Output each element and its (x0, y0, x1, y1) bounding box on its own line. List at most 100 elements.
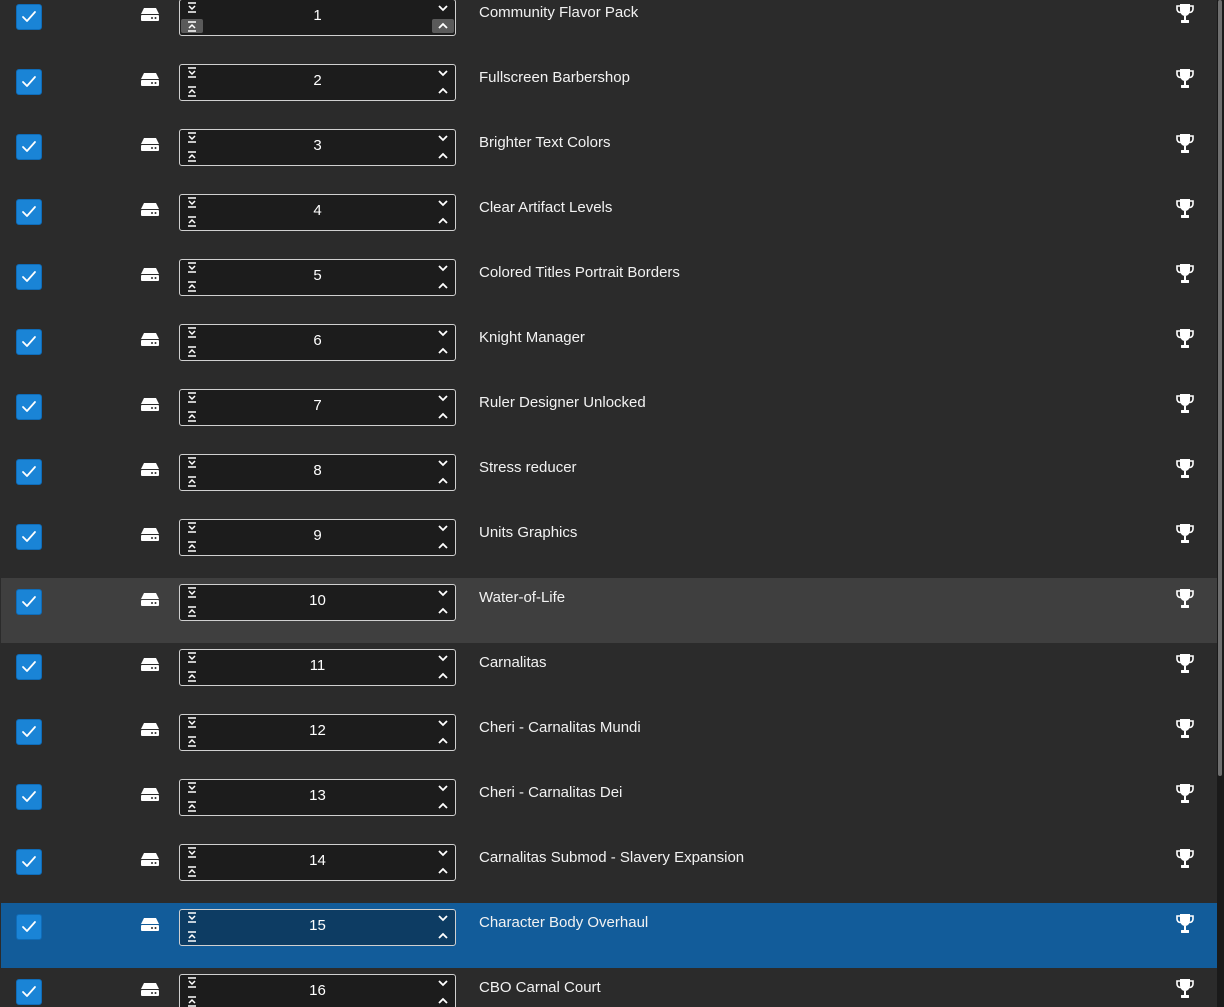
move-down-button[interactable] (432, 716, 454, 730)
load-order-stepper[interactable]: 2 (179, 64, 456, 101)
move-to-top-button[interactable] (181, 669, 203, 683)
load-order-stepper[interactable]: 14 (179, 844, 456, 881)
load-order-stepper[interactable]: 15 (179, 909, 456, 946)
move-up-button[interactable] (432, 669, 454, 683)
mod-row-11[interactable]: 11 Carnalitas (1, 643, 1217, 708)
move-up-button[interactable] (432, 474, 454, 488)
move-to-bottom-button[interactable] (181, 781, 203, 795)
move-to-top-button[interactable] (181, 149, 203, 163)
move-to-bottom-button[interactable] (181, 391, 203, 405)
load-order-value[interactable]: 4 (208, 202, 427, 220)
move-to-bottom-button[interactable] (181, 326, 203, 340)
move-to-top-button[interactable] (181, 734, 203, 748)
mod-enabled-checkbox[interactable] (16, 849, 42, 875)
mod-enabled-checkbox[interactable] (16, 199, 42, 225)
load-order-stepper[interactable]: 5 (179, 259, 456, 296)
load-order-value[interactable]: 7 (208, 397, 427, 415)
load-order-value[interactable]: 2 (208, 72, 427, 90)
move-down-button[interactable] (432, 846, 454, 860)
move-to-top-button[interactable] (181, 19, 203, 33)
load-order-stepper[interactable]: 1 (179, 0, 456, 36)
mod-enabled-checkbox[interactable] (16, 329, 42, 355)
move-down-button[interactable] (432, 66, 454, 80)
load-order-value[interactable]: 9 (208, 527, 427, 545)
mod-enabled-checkbox[interactable] (16, 394, 42, 420)
load-order-value[interactable]: 15 (208, 917, 427, 935)
mod-row-3[interactable]: 3 Brighter Text Colors (1, 123, 1217, 188)
move-up-button[interactable] (432, 344, 454, 358)
mod-enabled-checkbox[interactable] (16, 69, 42, 95)
load-order-stepper[interactable]: 13 (179, 779, 456, 816)
move-to-bottom-button[interactable] (181, 651, 203, 665)
move-down-button[interactable] (432, 651, 454, 665)
move-to-bottom-button[interactable] (181, 1, 203, 15)
move-up-button[interactable] (432, 19, 454, 33)
move-down-button[interactable] (432, 1, 454, 15)
move-to-top-button[interactable] (181, 799, 203, 813)
mod-row-2[interactable]: 2 Fullscreen Barbershop (1, 58, 1217, 123)
move-down-button[interactable] (432, 911, 454, 925)
load-order-value[interactable]: 3 (208, 137, 427, 155)
load-order-value[interactable]: 11 (208, 657, 427, 675)
move-to-top-button[interactable] (181, 409, 203, 423)
move-to-bottom-button[interactable] (181, 846, 203, 860)
mod-enabled-checkbox[interactable] (16, 719, 42, 745)
move-to-bottom-button[interactable] (181, 586, 203, 600)
load-order-stepper[interactable]: 6 (179, 324, 456, 361)
move-up-button[interactable] (432, 734, 454, 748)
mod-row-8[interactable]: 8 Stress reducer (1, 448, 1217, 513)
move-down-button[interactable] (432, 521, 454, 535)
move-to-top-button[interactable] (181, 864, 203, 878)
load-order-value[interactable]: 6 (208, 332, 427, 350)
mod-row-12[interactable]: 12 Cheri - Carnalitas Mundi (1, 708, 1217, 773)
mod-row-14[interactable]: 14 Carnalitas Submod - Slavery Expansion (1, 838, 1217, 903)
move-to-bottom-button[interactable] (181, 456, 203, 470)
move-down-button[interactable] (432, 586, 454, 600)
move-down-button[interactable] (432, 456, 454, 470)
move-up-button[interactable] (432, 149, 454, 163)
move-down-button[interactable] (432, 781, 454, 795)
load-order-value[interactable]: 1 (208, 7, 427, 25)
mod-row-7[interactable]: 7 Ruler Designer Unlocked (1, 383, 1217, 448)
mod-enabled-checkbox[interactable] (16, 459, 42, 485)
load-order-stepper[interactable]: 8 (179, 454, 456, 491)
load-order-value[interactable]: 10 (208, 592, 427, 610)
load-order-stepper[interactable]: 9 (179, 519, 456, 556)
load-order-stepper[interactable]: 3 (179, 129, 456, 166)
load-order-value[interactable]: 8 (208, 462, 427, 480)
move-to-top-button[interactable] (181, 84, 203, 98)
load-order-value[interactable]: 12 (208, 722, 427, 740)
move-to-bottom-button[interactable] (181, 521, 203, 535)
mod-row-9[interactable]: 9 Units Graphics (1, 513, 1217, 578)
move-down-button[interactable] (432, 196, 454, 210)
load-order-stepper[interactable]: 16 (179, 974, 456, 1007)
mod-row-5[interactable]: 5 Colored Titles Portrait Borders (1, 253, 1217, 318)
scrollbar-thumb[interactable] (1218, 0, 1222, 776)
move-down-button[interactable] (432, 976, 454, 990)
mod-enabled-checkbox[interactable] (16, 914, 42, 940)
move-to-top-button[interactable] (181, 539, 203, 553)
move-up-button[interactable] (432, 929, 454, 943)
mod-row-4[interactable]: 4 Clear Artifact Levels (1, 188, 1217, 253)
move-to-bottom-button[interactable] (181, 131, 203, 145)
load-order-stepper[interactable]: 4 (179, 194, 456, 231)
move-to-bottom-button[interactable] (181, 66, 203, 80)
move-to-top-button[interactable] (181, 994, 203, 1007)
load-order-value[interactable]: 14 (208, 852, 427, 870)
move-to-bottom-button[interactable] (181, 716, 203, 730)
move-up-button[interactable] (432, 539, 454, 553)
move-down-button[interactable] (432, 261, 454, 275)
move-down-button[interactable] (432, 326, 454, 340)
mod-enabled-checkbox[interactable] (16, 134, 42, 160)
mod-row-10[interactable]: 10 Water-of-Life (1, 578, 1217, 643)
move-to-bottom-button[interactable] (181, 196, 203, 210)
mod-enabled-checkbox[interactable] (16, 784, 42, 810)
load-order-stepper[interactable]: 11 (179, 649, 456, 686)
move-to-top-button[interactable] (181, 214, 203, 228)
move-to-top-button[interactable] (181, 929, 203, 943)
load-order-stepper[interactable]: 10 (179, 584, 456, 621)
load-order-stepper[interactable]: 12 (179, 714, 456, 751)
move-up-button[interactable] (432, 864, 454, 878)
move-to-top-button[interactable] (181, 344, 203, 358)
mod-enabled-checkbox[interactable] (16, 524, 42, 550)
